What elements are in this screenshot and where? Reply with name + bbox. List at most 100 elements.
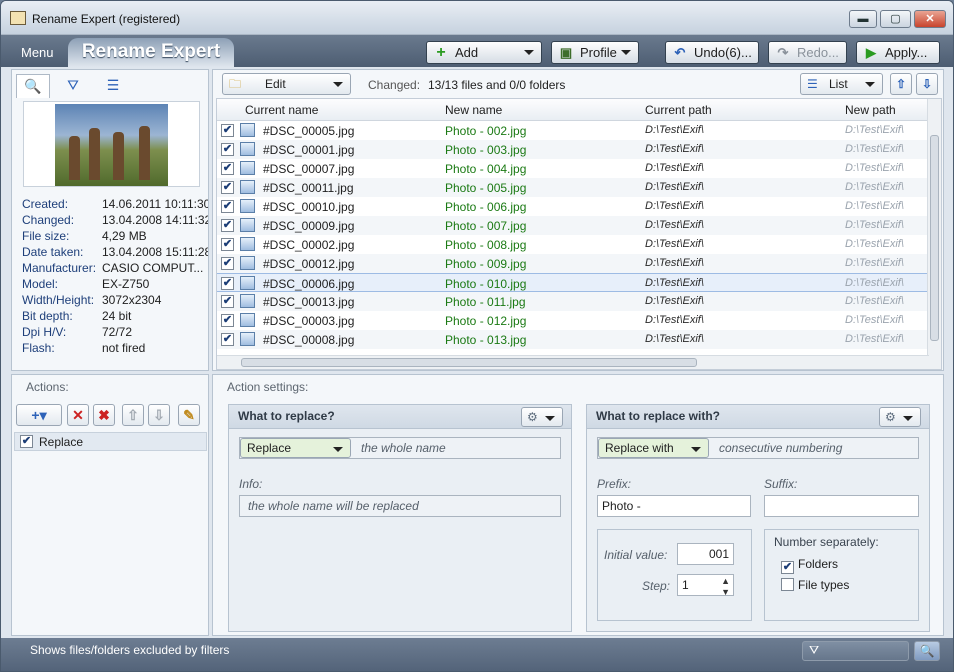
current-path-cell: D:\Test\Exif\ bbox=[645, 295, 704, 307]
table-row[interactable]: ✔ #DSC_00008.jpg Photo - 013.jpg D:\Test\Ex… bbox=[217, 330, 929, 349]
profile-icon: ▣ bbox=[559, 44, 573, 60]
search-icon[interactable]: 🔍 bbox=[914, 641, 940, 661]
apply-button[interactable]: ▶ Apply... bbox=[856, 41, 940, 64]
gear-icon: ⚙ bbox=[885, 410, 896, 424]
profile-button[interactable]: ▣ Profile bbox=[551, 41, 639, 64]
image-file-icon bbox=[240, 313, 255, 327]
app-window: Rename Expert (registered) ▬ ▢ ✕ Menu Re… bbox=[0, 0, 954, 672]
gear-icon: ⚙ bbox=[527, 410, 538, 424]
property-row: Changed: 13.04.2008 14:11:32 bbox=[22, 213, 208, 227]
undo-button[interactable]: ↶ Undo(6)... bbox=[665, 41, 759, 64]
suffix-label: Suffix: bbox=[764, 477, 798, 491]
current-name-cell: #DSC_00011.jpg bbox=[263, 181, 354, 195]
column-new-name[interactable]: New name bbox=[445, 103, 502, 117]
move-down-icon[interactable]: ⇩ bbox=[916, 73, 938, 95]
app-tab[interactable]: Rename Expert bbox=[68, 38, 234, 67]
spin-down-icon[interactable]: ▼ bbox=[721, 582, 730, 602]
replace-with-dropdown[interactable]: Replace with bbox=[598, 438, 709, 458]
what-options-button[interactable]: ⚙ bbox=[521, 407, 563, 427]
new-path-cell: D:\Test\Exif\ bbox=[845, 143, 904, 155]
table-row[interactable]: ✔ #DSC_00005.jpg Photo - 002.jpg D:\Test\Ex… bbox=[217, 121, 929, 140]
current-path-cell: D:\Test\Exif\ bbox=[645, 257, 704, 269]
delete-icon[interactable]: ✕ bbox=[67, 404, 89, 426]
filetypes-option[interactable]: File types bbox=[781, 578, 849, 592]
filter-icon[interactable]: ⛛ bbox=[56, 74, 90, 98]
table-row[interactable]: ✔ #DSC_00001.jpg Photo - 003.jpg D:\Test\Ex… bbox=[217, 140, 929, 159]
folders-checkbox[interactable]: ✔ bbox=[781, 561, 794, 574]
table-row[interactable]: ✔ #DSC_00012.jpg Photo - 009.jpg D:\Test\Ex… bbox=[217, 254, 929, 273]
add-action-button[interactable]: +▾ bbox=[16, 404, 62, 426]
row-checkbox[interactable]: ✔ bbox=[221, 333, 234, 346]
column-new-path[interactable]: New path bbox=[845, 103, 896, 117]
replace-mode-dropdown[interactable]: Replace bbox=[240, 438, 351, 458]
property-row: Flash: not fired bbox=[22, 341, 146, 355]
replace-with-title: What to replace with? bbox=[587, 405, 929, 429]
row-checkbox[interactable]: ✔ bbox=[221, 238, 234, 251]
horizontal-scrollbar[interactable] bbox=[217, 355, 929, 369]
table-row[interactable]: ✔ #DSC_00006.jpg Photo - 010.jpg D:\Test\Ex… bbox=[217, 273, 929, 292]
action-item-replace[interactable]: ✔ Replace bbox=[14, 432, 207, 451]
preview-tabs: 🔍 ⛛ ☰ bbox=[16, 74, 136, 98]
row-checkbox[interactable]: ✔ bbox=[221, 257, 234, 270]
table-row[interactable]: ✔ #DSC_00002.jpg Photo - 008.jpg D:\Test\Ex… bbox=[217, 235, 929, 254]
action-checkbox[interactable]: ✔ bbox=[20, 435, 33, 448]
row-checkbox[interactable]: ✔ bbox=[221, 200, 234, 213]
minimize-button[interactable]: ▬ bbox=[849, 10, 877, 28]
step-stepper[interactable]: 1 ▲ ▼ bbox=[677, 574, 734, 597]
filter-button[interactable]: ⛛ bbox=[802, 641, 909, 661]
initial-value-label: Initial value: bbox=[604, 548, 668, 562]
prefix-input[interactable]: Photo - bbox=[597, 495, 751, 517]
filter-icon: ⛛ bbox=[809, 643, 820, 657]
row-checkbox[interactable]: ✔ bbox=[221, 181, 234, 194]
action-label: Replace bbox=[39, 435, 84, 449]
column-current-name[interactable]: Current name bbox=[245, 103, 318, 117]
row-checkbox[interactable]: ✔ bbox=[221, 124, 234, 137]
current-name-cell: #DSC_00008.jpg bbox=[263, 333, 355, 347]
table-row[interactable]: ✔ #DSC_00007.jpg Photo - 004.jpg D:\Test\Ex… bbox=[217, 159, 929, 178]
move-up-icon[interactable]: ⇧ bbox=[890, 73, 912, 95]
table-row[interactable]: ✔ #DSC_00010.jpg Photo - 006.jpg D:\Test\Ex… bbox=[217, 197, 929, 216]
current-name-cell: #DSC_00012.jpg bbox=[263, 257, 355, 271]
filetypes-checkbox[interactable] bbox=[781, 578, 794, 591]
row-checkbox[interactable]: ✔ bbox=[221, 162, 234, 175]
table-row[interactable]: ✔ #DSC_00013.jpg Photo - 011.jpg D:\Test\Ex… bbox=[217, 292, 929, 311]
row-checkbox[interactable]: ✔ bbox=[221, 277, 234, 290]
folders-option[interactable]: ✔ Folders bbox=[781, 557, 838, 574]
step-label: Step: bbox=[642, 579, 671, 593]
search-icon[interactable]: 🔍 bbox=[16, 74, 50, 98]
edit-dropdown[interactable]: 🗀 Edit bbox=[222, 73, 351, 95]
table-row[interactable]: ✔ #DSC_00003.jpg Photo - 012.jpg D:\Test\Ex… bbox=[217, 311, 929, 330]
row-checkbox[interactable]: ✔ bbox=[221, 219, 234, 232]
file-properties: Created: 14.06.2011 10:11:30 Changed: 13.0… bbox=[22, 196, 208, 356]
initial-value-input[interactable]: 001 bbox=[677, 543, 734, 565]
current-name-cell: #DSC_00006.jpg bbox=[263, 277, 355, 291]
list-icon[interactable]: ☰ bbox=[96, 74, 130, 98]
row-checkbox[interactable]: ✔ bbox=[221, 143, 234, 156]
row-checkbox[interactable]: ✔ bbox=[221, 314, 234, 327]
with-options-button[interactable]: ⚙ bbox=[879, 407, 921, 427]
table-row[interactable]: ✔ #DSC_00009.jpg Photo - 007.jpg D:\Test\Ex… bbox=[217, 216, 929, 235]
redo-button[interactable]: ↷ Redo... bbox=[768, 41, 847, 64]
table-row[interactable]: ✔ #DSC_00011.jpg Photo - 005.jpg D:\Test\Ex… bbox=[217, 178, 929, 197]
row-checkbox[interactable]: ✔ bbox=[221, 295, 234, 308]
down-arrow-icon[interactable]: ⇩ bbox=[148, 404, 170, 426]
vertical-scrollbar[interactable] bbox=[927, 99, 941, 369]
edit-note-icon[interactable]: ✎ bbox=[178, 404, 200, 426]
new-path-cell: D:\Test\Exif\ bbox=[845, 219, 904, 231]
folders-label: Folders bbox=[798, 557, 839, 571]
add-label: Add bbox=[455, 45, 479, 60]
add-button[interactable]: + Add bbox=[426, 41, 542, 64]
delete-all-icon[interactable]: ✖ bbox=[93, 404, 115, 426]
image-file-icon bbox=[240, 294, 255, 308]
maximize-button[interactable]: ▢ bbox=[880, 10, 911, 28]
suffix-input[interactable] bbox=[764, 495, 919, 517]
replace-mode-desc: the whole name bbox=[361, 441, 446, 455]
close-button[interactable]: ✕ bbox=[914, 10, 946, 28]
apply-label: Apply... bbox=[885, 45, 928, 60]
up-arrow-icon[interactable]: ⇧ bbox=[122, 404, 144, 426]
column-current-path[interactable]: Current path bbox=[645, 103, 712, 117]
current-path-cell: D:\Test\Exif\ bbox=[645, 200, 704, 212]
menu-button[interactable]: Menu bbox=[21, 45, 54, 60]
numbering-box: Initial value: 001 Step: 1 ▲ ▼ bbox=[597, 529, 752, 621]
view-dropdown[interactable]: ☰ List bbox=[800, 73, 883, 95]
